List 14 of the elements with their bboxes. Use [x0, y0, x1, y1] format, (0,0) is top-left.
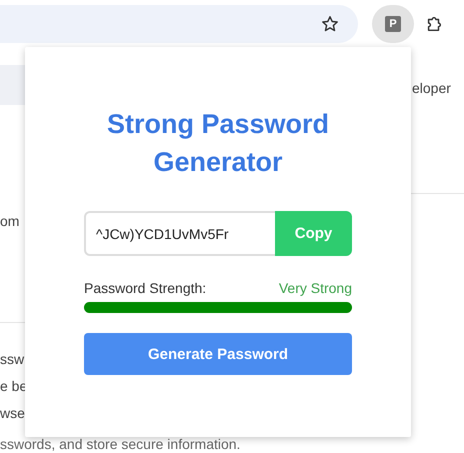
generate-button[interactable]: Generate Password [84, 333, 352, 375]
extension-badge: P [385, 16, 401, 32]
popup-title: Strong Password Generator [106, 108, 330, 179]
star-icon[interactable] [321, 15, 339, 33]
password-field[interactable]: ^JCw)YCD1UvMv5Fr [84, 211, 275, 256]
strength-reading: Very Strong [278, 280, 352, 296]
strength-label: Password Strength: [84, 280, 206, 296]
page-text: wse [0, 405, 25, 421]
extension-button[interactable]: P [372, 5, 414, 43]
page-text: sswords, and store secure information. [0, 436, 240, 452]
page-text: ssw [0, 351, 24, 367]
page-text: om [0, 213, 20, 229]
puzzle-icon[interactable] [425, 15, 443, 33]
page-text: eloper [412, 80, 451, 96]
